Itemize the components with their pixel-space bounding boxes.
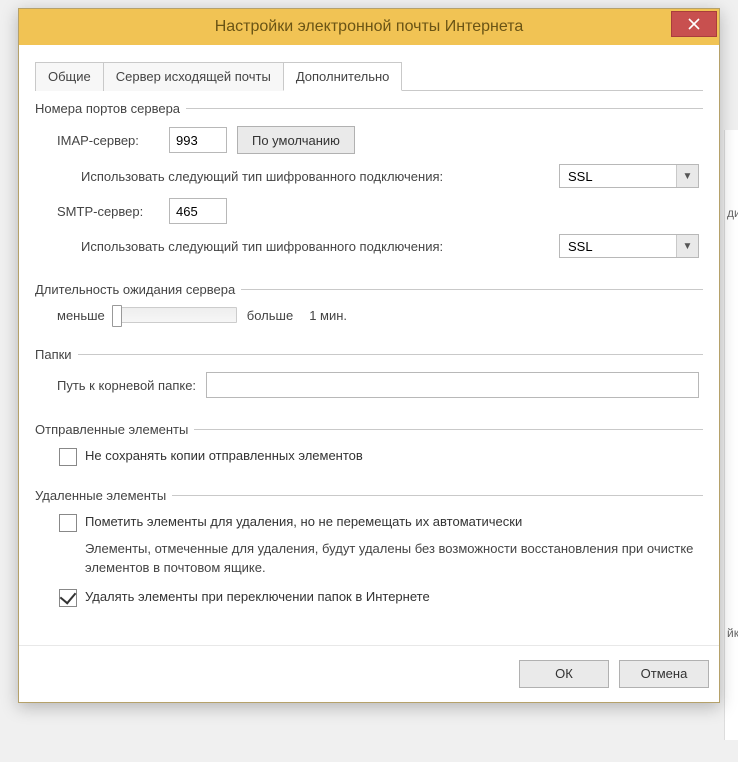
mark-for-deletion-label: Пометить элементы для удаления, но не пе…	[85, 513, 522, 531]
imap-encryption-select[interactable]: SSL	[559, 164, 699, 188]
ok-button[interactable]: ОК	[519, 660, 609, 688]
timeout-more-label: больше	[247, 308, 293, 323]
timeout-less-label: меньше	[57, 308, 105, 323]
imap-port-input[interactable]	[169, 127, 227, 153]
server-ports-legend: Номера портов сервера	[35, 101, 186, 116]
mark-for-deletion-checkbox[interactable]	[59, 514, 77, 532]
close-icon	[688, 18, 700, 30]
purge-on-switch-checkbox[interactable]	[59, 589, 77, 607]
imap-label: IMAP-сервер:	[57, 133, 159, 148]
tab-outgoing-server[interactable]: Сервер исходящей почты	[103, 62, 284, 91]
tab-strip: Общие Сервер исходящей почты Дополнитель…	[35, 61, 703, 91]
titlebar: Настройки электронной почты Интернета	[19, 9, 719, 45]
cancel-button[interactable]: Отмена	[619, 660, 709, 688]
root-folder-input[interactable]	[206, 372, 699, 398]
slider-handle-icon[interactable]	[112, 305, 122, 327]
imap-encryption-label: Использовать следующий тип шифрованного …	[81, 169, 443, 184]
folders-legend: Папки	[35, 347, 78, 362]
folders-group: Папки Путь к корневой папке:	[35, 347, 703, 410]
bg-text-fragment: ди	[727, 206, 738, 220]
server-timeout-legend: Длительность ожидания сервера	[35, 282, 241, 297]
default-ports-button[interactable]: По умолчанию	[237, 126, 355, 154]
window-title: Настройки электронной почты Интернета	[19, 18, 719, 36]
bg-text-fragment: йк	[727, 626, 738, 640]
mark-for-deletion-description: Элементы, отмеченные для удаления, будут…	[85, 540, 699, 578]
dont-save-sent-label: Не сохранять копии отправленных элементо…	[85, 447, 363, 465]
server-ports-group: Номера портов сервера IMAP-сервер: По ум…	[35, 101, 703, 270]
dialog-footer: ОК Отмена	[19, 645, 719, 702]
close-button[interactable]	[671, 11, 717, 37]
smtp-label: SMTP-сервер:	[57, 204, 159, 219]
sent-items-group: Отправленные элементы Не сохранять копии…	[35, 422, 703, 476]
deleted-items-legend: Удаленные элементы	[35, 488, 172, 503]
smtp-encryption-select[interactable]: SSL	[559, 234, 699, 258]
background-window-edge: ди йк	[724, 130, 738, 740]
sent-items-legend: Отправленные элементы	[35, 422, 194, 437]
timeout-value: 1 мин.	[309, 308, 347, 323]
smtp-port-input[interactable]	[169, 198, 227, 224]
tab-advanced[interactable]: Дополнительно	[283, 62, 403, 91]
dialog-content: Общие Сервер исходящей почты Дополнитель…	[19, 45, 719, 645]
email-settings-dialog: Настройки электронной почты Интернета Об…	[18, 8, 720, 703]
purge-on-switch-label: Удалять элементы при переключении папок …	[85, 588, 430, 606]
tab-general[interactable]: Общие	[35, 62, 104, 91]
server-timeout-group: Длительность ожидания сервера меньше бол…	[35, 282, 703, 335]
dont-save-sent-checkbox[interactable]	[59, 448, 77, 466]
timeout-slider[interactable]	[115, 307, 237, 323]
deleted-items-group: Удаленные элементы Пометить элементы для…	[35, 488, 703, 617]
root-folder-label: Путь к корневой папке:	[57, 378, 196, 393]
smtp-encryption-label: Использовать следующий тип шифрованного …	[81, 239, 443, 254]
